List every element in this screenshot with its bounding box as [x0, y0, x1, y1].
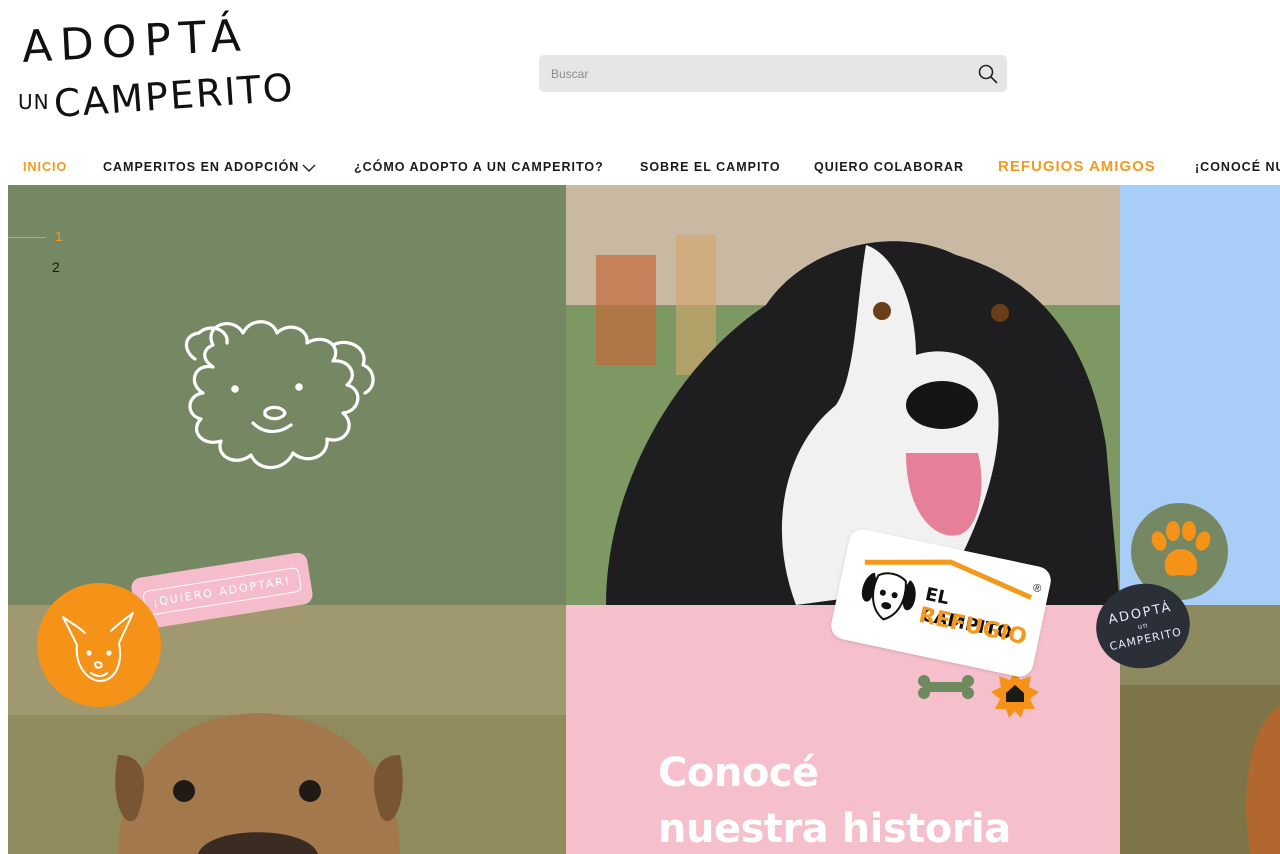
curly-dog-drawing-icon: [184, 320, 375, 470]
pager-item-1[interactable]: 1: [55, 228, 63, 244]
nav-item-como-adopto[interactable]: ¿CÓMO ADOPTO A UN CAMPERITO?: [354, 160, 604, 174]
green-panel: [8, 185, 566, 605]
hero-heading-line1: Conocé: [658, 750, 819, 796]
logo-line2-big: CAMPERITO: [52, 65, 296, 126]
chevron-down-icon: [302, 164, 316, 172]
nav-item-camperitos-en-adopcion[interactable]: CAMPERITOS EN ADOPCIÓN: [103, 160, 316, 174]
hero-grid: Conocé nuestra historia 1 2: [8, 185, 1280, 854]
nav-item-quiero-colaborar[interactable]: QUIERO COLABORAR: [814, 160, 964, 174]
dog-photo-illustration: [566, 185, 1120, 605]
search-input[interactable]: [539, 55, 959, 92]
house-star-icon: [991, 670, 1039, 718]
hero-heading[interactable]: Conocé nuestra historia: [658, 745, 1011, 854]
hero-heading-line2: nuestra historia: [658, 806, 1011, 852]
main-nav: INICIO CAMPERITOS EN ADOPCIÓN ¿CÓMO ADOP…: [0, 150, 1280, 184]
chihuahua-drawing-icon: [62, 612, 134, 682]
pager-active-line: [8, 237, 46, 238]
search-bar: [539, 55, 1007, 92]
orange-circle-sticker: [37, 583, 161, 707]
dog-photo-bordercollie: [566, 185, 1120, 605]
logo-line2-small: UN: [18, 90, 50, 114]
nav-item-conoce[interactable]: ¡CONOCÉ NU: [1195, 160, 1280, 174]
nav-item-sobre-el-campito[interactable]: SOBRE EL CAMPITO: [640, 160, 781, 174]
site-logo[interactable]: ADOPTÁ UN CAMPERITO: [14, 8, 296, 136]
dog-face-logo-icon: [861, 572, 916, 621]
bone-icon: [918, 675, 974, 699]
nav-item-inicio[interactable]: INICIO: [23, 160, 67, 174]
logo-line1: ADOPTÁ: [20, 10, 250, 73]
quiero-adoptar-label: ¡QUIERO ADOPTAR!: [142, 566, 302, 616]
search-icon[interactable]: [977, 63, 999, 85]
registered-mark: ®: [1031, 581, 1043, 596]
nav-item-refugios-amigos[interactable]: REFUGIOS AMIGOS: [998, 158, 1156, 175]
pager-item-2[interactable]: 2: [52, 259, 60, 275]
nav-item-label: CAMPERITOS EN ADOPCIÓN: [103, 160, 300, 174]
